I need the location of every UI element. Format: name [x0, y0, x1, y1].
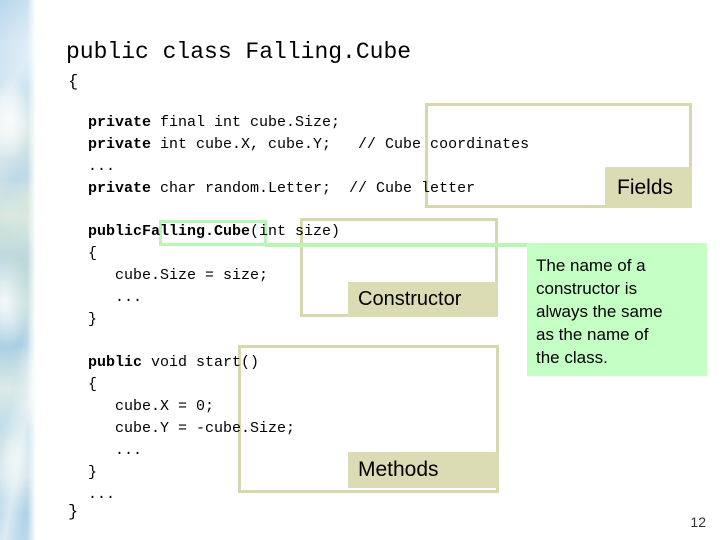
- callout-line-4: as the name of: [536, 325, 649, 344]
- class-declaration-text: public class Falling.Cube: [66, 39, 412, 65]
- fields-line2-rest: int cube.X, cube.Y; // Cube coordinates: [151, 136, 530, 153]
- ctor-line5-rest: }: [88, 311, 98, 328]
- methods-line1-keyword: public: [88, 354, 143, 371]
- page-number: 12: [690, 514, 706, 530]
- constructor-label-tab: Constructor: [348, 282, 498, 317]
- constructor-name-callout: The name of a constructor is always the …: [527, 243, 707, 376]
- fields-line4-keyword: private: [88, 180, 152, 197]
- fields-line2-keyword: private: [88, 136, 152, 153]
- callout-line-1: The name of a: [536, 256, 646, 275]
- ctor-line4-rest: ...: [88, 289, 143, 306]
- class-open-brace: {: [68, 73, 79, 92]
- methods-line6-rest: }: [88, 464, 98, 481]
- fields-label-text: Fields: [617, 175, 674, 199]
- fields-line4-rest: char random.Letter; // Cube letter: [151, 180, 476, 197]
- callout-line-5: the class.: [536, 348, 608, 367]
- ctor-line1-keyword: public: [88, 223, 143, 240]
- fields-label-tab: Fields: [605, 167, 692, 208]
- methods-line4-rest: cube.Y = -cube.Size;: [88, 420, 296, 437]
- methods-label-tab: Methods: [348, 452, 499, 488]
- fields-line3-rest: ...: [88, 158, 116, 175]
- methods-line7-rest: ...: [88, 486, 116, 503]
- decorative-watercolor-strip: [0, 0, 36, 540]
- callout-line-3: always the same: [536, 302, 663, 321]
- fields-line1-rest: final int cube.Size;: [151, 114, 341, 131]
- class-close-brace: }: [68, 503, 79, 522]
- fields-code-block: private final int cube.Size; private int…: [88, 112, 529, 200]
- ctor-name-text: Falling.Cube: [142, 223, 251, 240]
- methods-code-block: public void start() { cube.X = 0; cube.Y…: [88, 352, 295, 506]
- methods-line3-rest: cube.X = 0;: [88, 398, 215, 415]
- callout-line-2: constructor is: [536, 279, 638, 298]
- ctor-line1-params: (int size): [250, 223, 341, 240]
- methods-line5-rest: ...: [88, 442, 143, 459]
- ctor-line2-rest: {: [88, 245, 98, 262]
- slide-canvas: public class Falling.Cube { private fina…: [0, 0, 720, 540]
- fields-line1-keyword: private: [88, 114, 152, 131]
- methods-label-text: Methods: [358, 458, 439, 481]
- methods-line2-rest: {: [88, 376, 98, 393]
- methods-line1-rest: void start(): [142, 354, 260, 371]
- ctor-line3-rest: cube.Size = size;: [88, 267, 269, 284]
- watercolor-fade-edge: [27, 0, 36, 540]
- constructor-code-block: publicFalling.Cube(int size) { cube.Size…: [88, 221, 340, 331]
- constructor-label-text: Constructor: [358, 288, 462, 310]
